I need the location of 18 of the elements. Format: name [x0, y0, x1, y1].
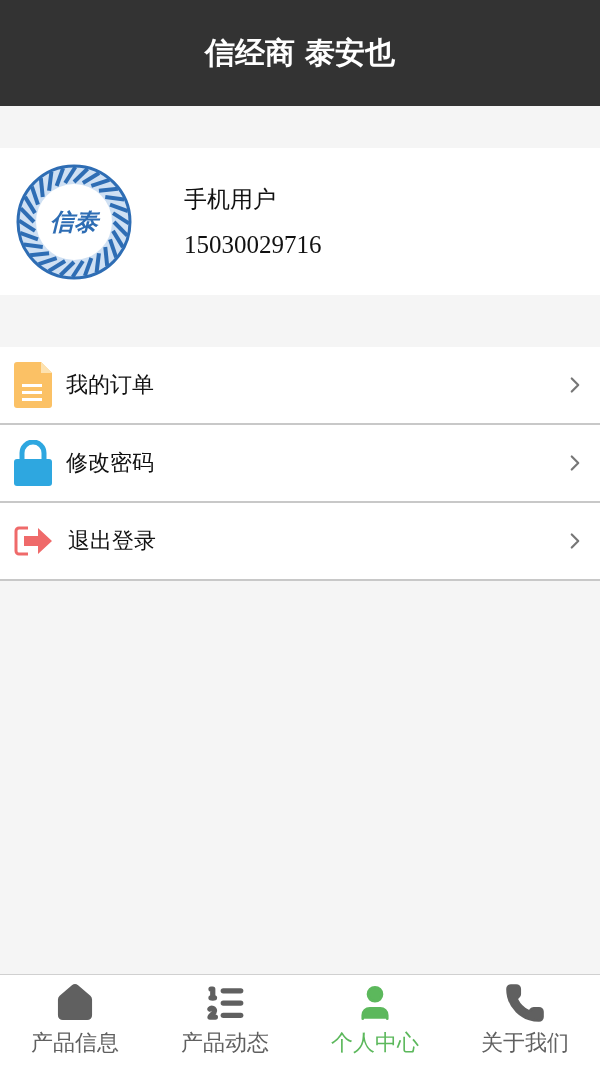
user-name: 手机用户: [184, 185, 277, 214]
phone-icon: [504, 982, 546, 1024]
menu-label: 退出登录: [68, 527, 157, 555]
menu-item[interactable]: 退出登录: [0, 503, 600, 581]
app-title: 信经商 泰安也: [204, 33, 396, 72]
logo-ring-icon: [16, 163, 132, 280]
document-icon: [14, 362, 52, 408]
tab-item[interactable]: 关于我们: [450, 975, 600, 1065]
logo-text: 信泰: [50, 209, 98, 234]
menu-label: 我的订单: [66, 371, 155, 399]
tab-item[interactable]: 产品动态: [150, 975, 300, 1065]
menu-item[interactable]: 修改密码: [0, 425, 600, 503]
lock-icon: [14, 440, 52, 486]
phone-number: 15030029716: [184, 231, 322, 259]
menu-label: 修改密码: [66, 449, 155, 477]
menu-item[interactable]: 我的订单: [0, 347, 600, 425]
tab-item[interactable]: 产品信息: [0, 975, 150, 1065]
exit-icon: [14, 525, 54, 557]
